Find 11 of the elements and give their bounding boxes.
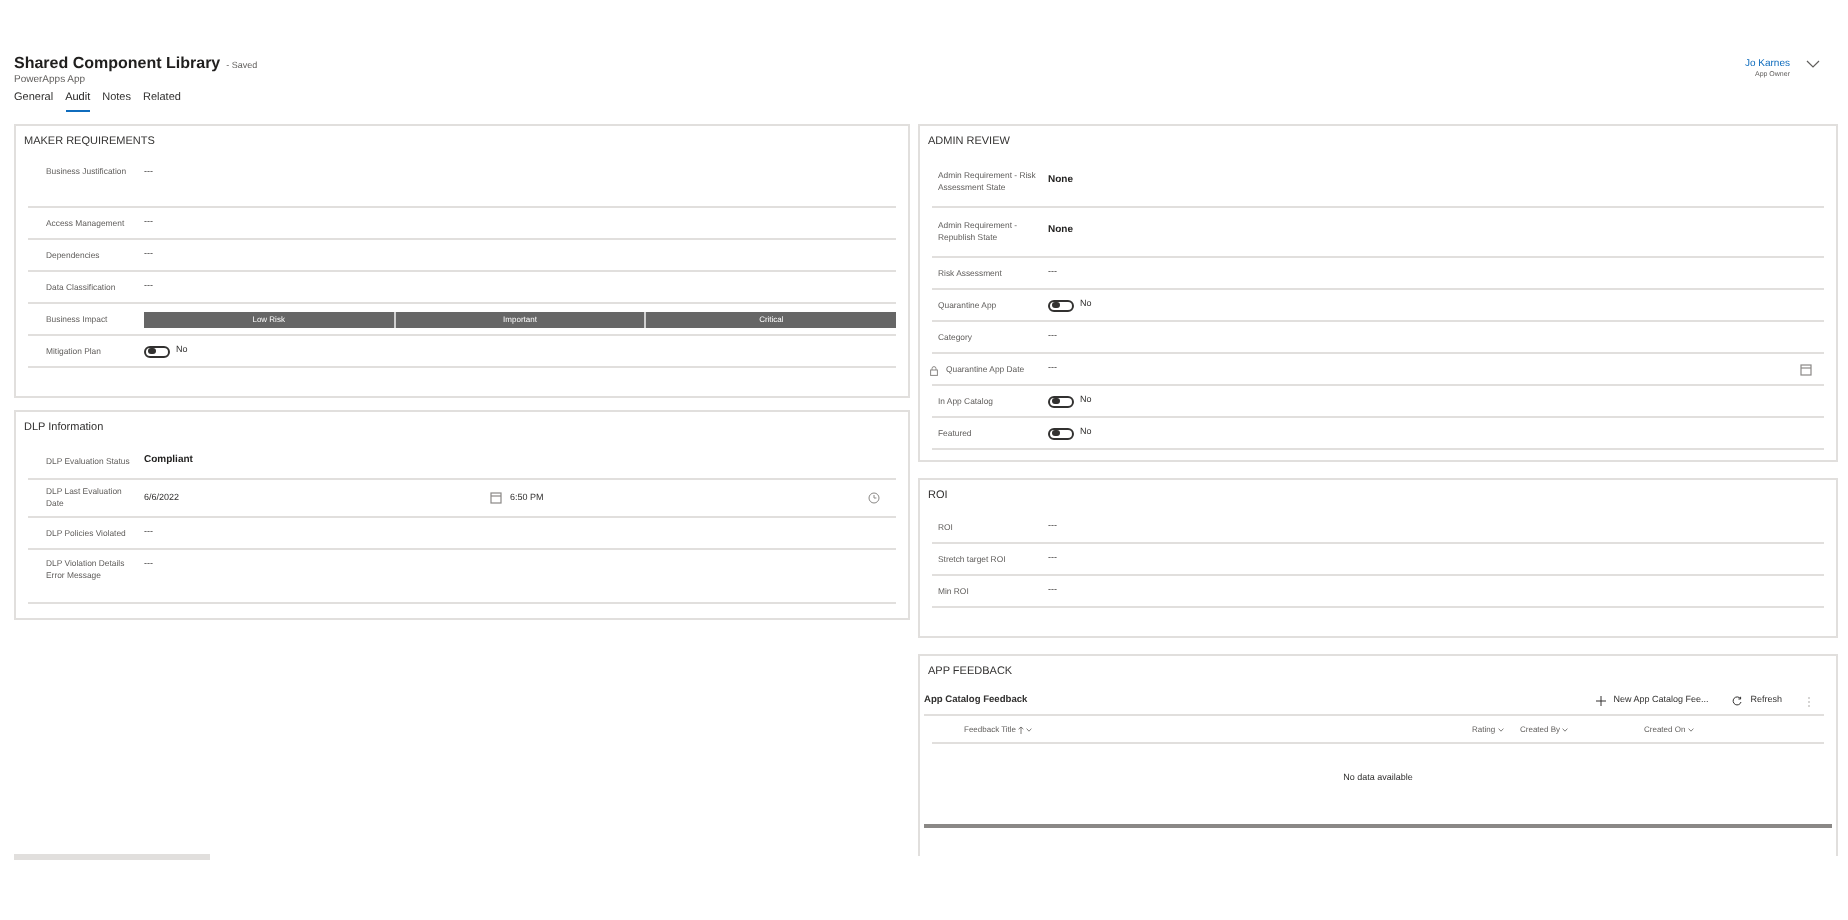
calendar-icon[interactable] <box>490 492 502 504</box>
calendar-icon[interactable] <box>1800 363 1812 375</box>
page-scrollbar[interactable] <box>14 854 210 860</box>
plus-icon <box>1595 696 1606 706</box>
toggle-switch[interactable] <box>1048 299 1074 311</box>
toggle-switch[interactable] <box>1048 427 1074 439</box>
chevron-down-icon[interactable] <box>1806 60 1820 68</box>
toggle-switch[interactable] <box>144 345 170 357</box>
refresh-icon <box>1732 696 1743 706</box>
record-title: Shared Component Library <box>14 54 221 74</box>
toggle-switch[interactable] <box>1048 395 1074 407</box>
